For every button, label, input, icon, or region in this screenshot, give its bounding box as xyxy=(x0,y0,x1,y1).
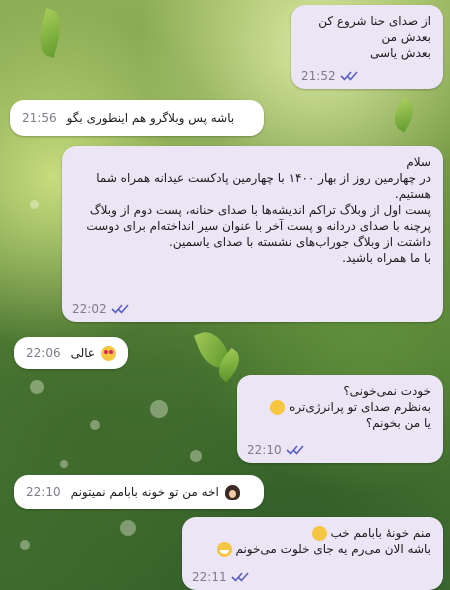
thinking-emoji-icon xyxy=(270,400,286,415)
message-text: باشه پس وبلاگرو هم اینطوری بگو xyxy=(66,111,235,125)
message-line: منم خونهٔ بابامم خب xyxy=(330,526,431,540)
message-meta: 22:02 xyxy=(72,301,131,317)
message-text: سلام در چهارمین روز از بهار ۱۴۰۰ با چهار… xyxy=(86,155,431,265)
grin-emoji-icon xyxy=(216,542,232,557)
message-bubble-received[interactable]: 22:10 اخه من تو خونه بابامم نمیتونم xyxy=(14,475,264,509)
message-time: 22:06 xyxy=(26,346,61,360)
love-eyes-emoji-icon xyxy=(101,345,116,361)
message-time: 22:02 xyxy=(72,302,107,316)
woman-gesturing-emoji-icon xyxy=(224,484,240,500)
message-line: به‌نظرم صدای تو پرانرژی‌تره xyxy=(289,400,431,414)
message-bubble-sent[interactable]: منم خونهٔ بابامم خب باشه الان می‌رم یه ج… xyxy=(182,517,443,590)
message-bubble-sent[interactable]: خودت نمی‌خونی؟ به‌نظرم صدای تو پرانرژی‌ت… xyxy=(237,375,443,463)
message-time: 22:10 xyxy=(26,485,61,499)
message-line: خودت نمی‌خونی؟ xyxy=(343,384,431,398)
message-bubble-sent[interactable]: از صدای حنا شروع کن بعدش من بعدش یاسی 21… xyxy=(291,5,443,89)
message-text: از صدای حنا شروع کن بعدش من بعدش یاسی xyxy=(318,14,431,60)
message-text: عالی xyxy=(70,346,96,360)
message-bubble-received[interactable]: 21:56 باشه پس وبلاگرو هم اینطوری بگو xyxy=(10,100,264,136)
message-meta: 22:11 xyxy=(192,569,251,585)
message-line: باشه الان می‌رم یه جای خلوت می‌خونم xyxy=(235,542,431,556)
message-time: 21:52 xyxy=(301,69,336,83)
message-bubble-received[interactable]: 22:06 عالی xyxy=(14,337,128,369)
message-text: اخه من تو خونه بابامم نمیتونم xyxy=(70,485,219,499)
message-line-with-emoji: باشه الان می‌رم یه جای خلوت می‌خونم xyxy=(194,541,431,557)
smirk-emoji-icon xyxy=(311,526,327,541)
message-line-with-emoji: به‌نظرم صدای تو پرانرژی‌تره xyxy=(249,399,431,415)
message-meta: 22:10 xyxy=(247,442,306,458)
double-check-icon xyxy=(286,445,304,455)
message-bubble-sent[interactable]: سلام در چهارمین روز از بهار ۱۴۰۰ با چهار… xyxy=(62,146,443,322)
message-meta: 21:52 xyxy=(301,68,360,84)
message-time: 22:11 xyxy=(192,570,227,584)
double-check-icon xyxy=(340,71,358,81)
double-check-icon xyxy=(231,572,249,582)
double-check-icon xyxy=(111,304,129,314)
message-time: 21:56 xyxy=(22,111,57,125)
message-line: یا من بخونم؟ xyxy=(365,416,431,430)
message-line-with-emoji: منم خونهٔ بابامم خب xyxy=(194,525,431,541)
message-time: 22:10 xyxy=(247,443,282,457)
